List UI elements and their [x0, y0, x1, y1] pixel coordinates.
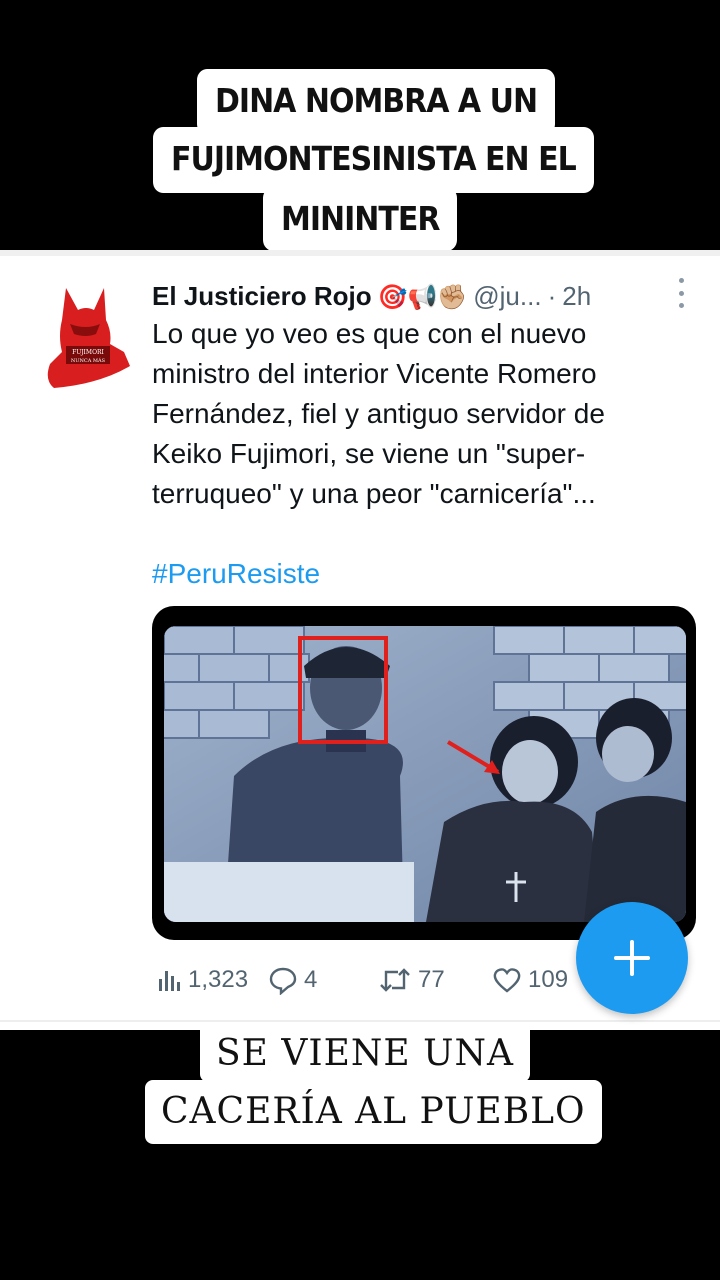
- tweet-text-line: Lo que yo veo es que con el nuevo: [152, 318, 587, 349]
- more-options-icon[interactable]: [674, 278, 688, 308]
- heart-icon: [493, 968, 521, 993]
- compose-button[interactable]: [576, 902, 688, 1014]
- plus-icon: [614, 940, 650, 976]
- photo[interactable]: [164, 626, 686, 922]
- tweet-text: Lo que yo veo es que con el nuevo minist…: [152, 314, 652, 514]
- views-button[interactable]: 1,323: [156, 962, 248, 998]
- like-button[interactable]: 109: [492, 962, 568, 998]
- views-icon: [159, 971, 180, 991]
- tweet-header: El Justiciero Rojo 🎯📢✊🏼 @ju... · 2h: [152, 278, 692, 314]
- reply-button[interactable]: 4: [268, 962, 317, 998]
- author-handle[interactable]: @ju...: [473, 281, 541, 311]
- separator-dot: ·: [547, 281, 557, 311]
- retweet-button[interactable]: 77: [378, 962, 445, 998]
- retweet-count: 77: [418, 966, 445, 993]
- avatar-text: FUJIMORI: [72, 349, 104, 356]
- author-emojis: 🎯📢✊🏼: [377, 283, 468, 311]
- caption-line-1: DINA NOMBRA A UN: [197, 69, 556, 135]
- avatar[interactable]: FUJIMORI NUNCA MÁS: [40, 280, 132, 390]
- like-count: 109: [528, 966, 569, 993]
- caption-line-3: MININTER: [263, 187, 458, 251]
- caption-line-2: FUJIMONTESINISTA EN EL: [153, 127, 594, 193]
- reply-count: 4: [304, 966, 318, 993]
- retweet-icon: [380, 968, 410, 992]
- tweet-text-line: Keiko Fujimori, se viene un "super-: [152, 438, 586, 469]
- bottom-caption-line-1: SE VIENE UNA: [200, 1022, 530, 1082]
- reply-icon: [269, 967, 297, 995]
- views-count: 1,323: [188, 966, 249, 993]
- tweet-text-line: ministro del interior Vicente Romero: [152, 358, 597, 389]
- tweet-text-line: Fernández, fiel y antiguo servidor de: [152, 398, 605, 429]
- divider: [0, 250, 720, 256]
- avatar-text-2: NUNCA MÁS: [71, 357, 106, 364]
- tweet-media[interactable]: [152, 606, 696, 940]
- author-name[interactable]: El Justiciero Rojo: [152, 281, 372, 311]
- tweet-text-line: terruqueo" y una peor "carnicería"...: [152, 478, 596, 509]
- tweet-time[interactable]: 2h: [562, 281, 591, 311]
- hashtag-link[interactable]: #PeruResiste: [152, 554, 320, 594]
- bottom-caption-line-2: CACERÍA AL PUEBLO: [145, 1080, 602, 1144]
